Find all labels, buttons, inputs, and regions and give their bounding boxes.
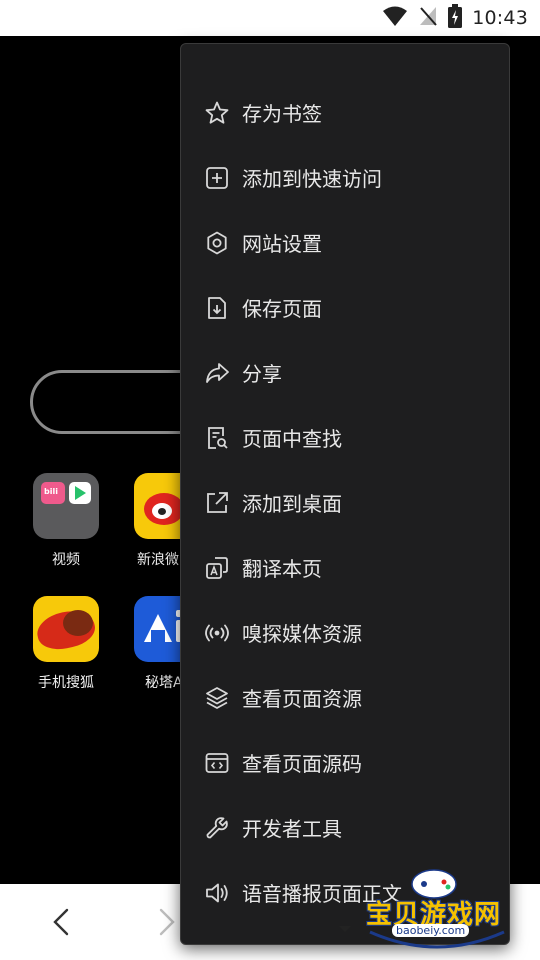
menu-item-label: 开发者工具	[242, 817, 342, 841]
menu-item-share[interactable]: 分享	[181, 340, 509, 405]
no-signal-icon	[418, 5, 438, 31]
external-box-icon	[204, 490, 230, 516]
menu-list: 存为书签 添加到快速访问 网站设置 保存页面 分享 页面中查找 添加到桌面 翻译…	[181, 80, 509, 925]
menu-item-quick-access[interactable]: 添加到快速访问	[181, 145, 509, 210]
status-bar: 10:43	[0, 0, 540, 36]
menu-item-add-to-desktop[interactable]: 添加到桌面	[181, 470, 509, 535]
overflow-menu: 存为书签 添加到快速访问 网站设置 保存页面 分享 页面中查找 添加到桌面 翻译…	[180, 43, 510, 945]
chevron-left-icon	[53, 908, 69, 936]
menu-item-dev-tools[interactable]: 开发者工具	[181, 795, 509, 860]
gear-icon	[204, 230, 230, 256]
wifi-icon	[382, 5, 408, 31]
code-window-icon	[204, 750, 230, 776]
watermark-url: baobeiy.com	[392, 924, 470, 937]
status-icons: 10:43	[382, 4, 528, 32]
app-video-folder[interactable]: bili 视频	[21, 473, 111, 569]
menu-item-label: 翻译本页	[242, 557, 322, 581]
menu-item-sniff-media[interactable]: 嗅探媒体资源	[181, 600, 509, 665]
star-icon	[204, 100, 230, 126]
share-arrow-icon	[204, 360, 230, 386]
menu-item-label: 存为书签	[242, 102, 322, 126]
battery-charging-icon	[448, 4, 463, 32]
app-label: 视频	[52, 552, 80, 568]
menu-item-label: 页面中查找	[242, 427, 342, 451]
mita-icon	[134, 596, 182, 662]
status-time: 10:43	[472, 7, 528, 29]
broadcast-icon	[204, 620, 230, 646]
layers-icon	[204, 685, 230, 711]
back-button[interactable]	[42, 902, 82, 942]
menu-item-label: 保存页面	[242, 297, 322, 321]
menu-item-save-page[interactable]: 保存页面	[181, 275, 509, 340]
wrench-icon	[204, 815, 230, 841]
download-file-icon	[204, 295, 230, 321]
menu-item-label: 分享	[242, 362, 282, 386]
folder-icon: bili	[33, 473, 99, 539]
find-document-icon	[204, 425, 230, 451]
menu-item-bookmark[interactable]: 存为书签	[181, 80, 509, 145]
plus-square-icon	[204, 165, 230, 191]
app-label: 手机搜狐	[38, 675, 94, 691]
menu-item-page-source[interactable]: 查看页面源码	[181, 730, 509, 795]
menu-item-page-resources[interactable]: 查看页面资源	[181, 665, 509, 730]
translate-icon	[204, 555, 230, 581]
fox-icon	[33, 596, 99, 662]
menu-item-label: 添加到桌面	[242, 492, 342, 516]
app-sohu-browser[interactable]: 手机搜狐	[21, 596, 111, 692]
menu-item-label: 查看页面资源	[242, 687, 362, 711]
menu-item-find-in-page[interactable]: 页面中查找	[181, 405, 509, 470]
watermark-logo: 宝贝游戏网 baobeiy.com	[362, 862, 512, 952]
scroll-down-indicator	[339, 926, 351, 932]
menu-item-label: 添加到快速访问	[242, 167, 382, 191]
menu-item-label: 嗅探媒体资源	[242, 622, 362, 646]
speaker-icon	[204, 880, 230, 906]
menu-item-site-settings[interactable]: 网站设置	[181, 210, 509, 275]
menu-item-label: 网站设置	[242, 232, 322, 256]
menu-item-label: 查看页面源码	[242, 752, 362, 776]
app-mita[interactable]: 秘塔A	[122, 596, 182, 692]
menu-item-translate[interactable]: 翻译本页	[181, 535, 509, 600]
app-label: 秘塔A	[145, 675, 182, 691]
